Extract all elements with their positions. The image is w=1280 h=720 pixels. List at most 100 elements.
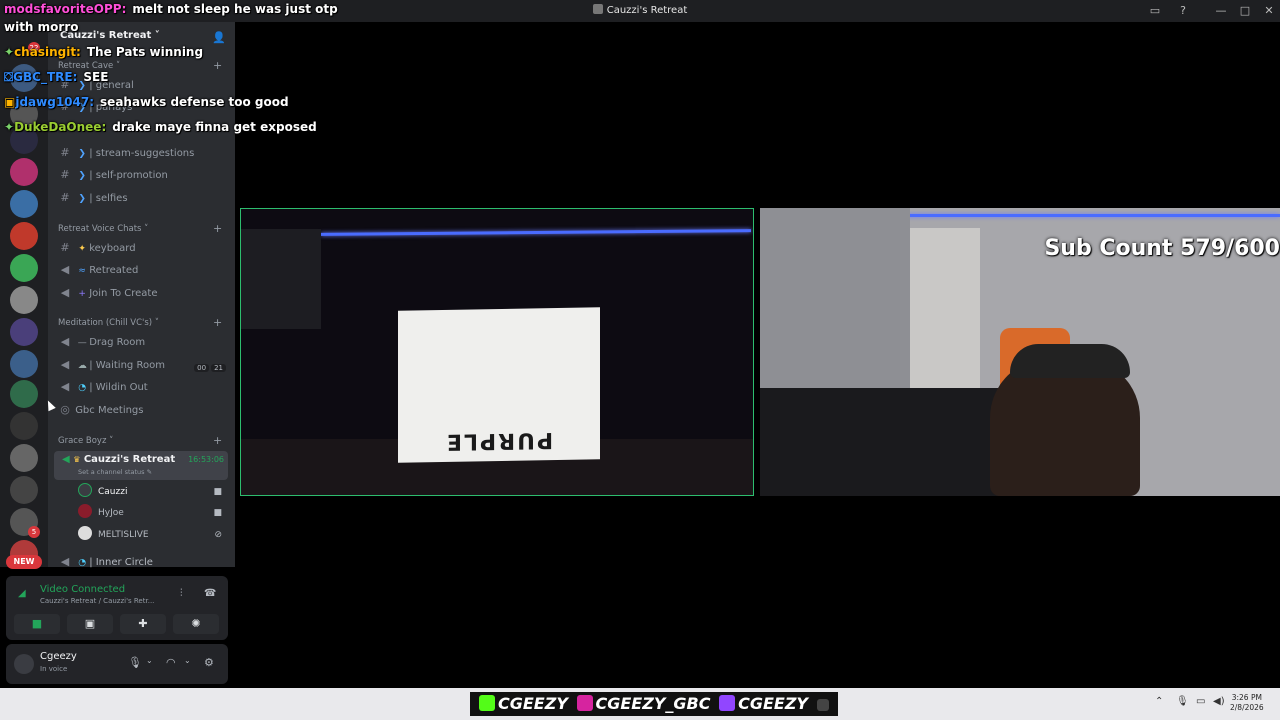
video-tile-webcam[interactable]: Sub Count 579/600: [760, 208, 1280, 496]
signal-icon[interactable]: ◢: [18, 588, 26, 599]
twitch-icon: [719, 695, 736, 711]
chevron-down-icon[interactable]: ⌄: [184, 656, 191, 665]
x-icon: [816, 699, 829, 711]
badge-icon: ⛋: [4, 70, 14, 84]
user-limit-badge: 00 21: [192, 359, 226, 377]
activities-button[interactable]: ✚: [120, 614, 166, 634]
microphone-icon[interactable]: 🎙: [128, 656, 142, 669]
chat-message: ▣jdawg1047: seahawks defense too good: [4, 95, 289, 109]
channel-self-promotion[interactable]: # ❯ | self-promotion: [58, 166, 228, 184]
user-status: In voice: [40, 665, 68, 673]
add-channel-icon[interactable]: +: [213, 222, 222, 235]
voice-user[interactable]: Cauzzi ■: [78, 483, 226, 501]
add-channel-icon[interactable]: +: [213, 434, 222, 447]
channel-stream-suggestions[interactable]: # ❯ | stream-suggestions: [58, 144, 228, 162]
text-channel-icon: #: [60, 146, 70, 159]
notification-badge: 5: [28, 526, 40, 538]
speaker-icon: ◀: [62, 454, 70, 465]
category-grace-boyz[interactable]: Grace Boyz ˅: [58, 436, 113, 446]
voice-location[interactable]: Cauzzi's Retreat / Cauzzi's Retr...: [40, 597, 154, 605]
server-icon[interactable]: [10, 444, 38, 472]
emoji-icon: ◔: [78, 383, 87, 393]
channel-selfies[interactable]: # ❯ | selfies: [58, 189, 228, 207]
stage-icon: ◎: [60, 403, 70, 416]
username[interactable]: Cgeezy: [40, 651, 77, 662]
disconnect-icon[interactable]: ☎: [204, 588, 216, 599]
clock[interactable]: 3:26 PM 2/8/2026: [1230, 693, 1264, 713]
server-icon[interactable]: [10, 476, 38, 504]
kick-icon: [479, 695, 495, 711]
channel-retreated[interactable]: ◀ ≈ Retreated: [58, 261, 228, 279]
server-icon[interactable]: [10, 380, 38, 408]
active-voice-channel[interactable]: ◀ ♛ Cauzzi's Retreat 16:53:06 Set a chan…: [54, 451, 228, 480]
voice-user[interactable]: HyJoe ■: [78, 504, 226, 522]
category-meditation[interactable]: Meditation (Chill VC's) ˅: [58, 318, 159, 328]
noise-suppression-icon[interactable]: ⫶: [180, 588, 183, 599]
server-icon[interactable]: [10, 254, 38, 282]
voice-status[interactable]: Video Connected: [40, 584, 125, 595]
crown-icon: ♛: [73, 455, 81, 464]
emoji-icon: ≈: [78, 266, 86, 276]
taskbar: CGEEZY CGEEZY_GBC CGEEZY ⌃ 🎙 ▭ ◀) 3:26 P…: [0, 688, 1280, 720]
server-icon[interactable]: [10, 350, 38, 378]
maximize-button[interactable]: □: [1237, 3, 1253, 19]
channel-gbc-meetings[interactable]: ◎ Gbc Meetings: [58, 401, 228, 419]
gear-icon[interactable]: ⚙: [204, 656, 214, 669]
chat-message: ⛋GBC_TRE: SEE: [4, 70, 109, 84]
led-strip: [320, 229, 752, 236]
server-icon[interactable]: [10, 222, 38, 250]
soundboard-button[interactable]: ✺: [173, 614, 219, 634]
speaker-icon: ◀: [60, 555, 70, 568]
cap: [1010, 344, 1130, 378]
volume-icon[interactable]: ◀): [1213, 696, 1225, 707]
voice-connection-panel: ◢ Video Connected Cauzzi's Retreat / Cau…: [6, 576, 228, 640]
avatar: [78, 483, 92, 497]
add-channel-icon[interactable]: +: [213, 316, 222, 329]
server-icon[interactable]: [10, 158, 38, 186]
instagram-icon: [576, 695, 593, 711]
network-icon[interactable]: ▭: [1196, 696, 1205, 707]
minimize-button[interactable]: —: [1213, 3, 1229, 19]
text-channel-icon: #: [60, 241, 70, 254]
camera-icon: ■: [213, 508, 222, 518]
bed: [760, 388, 1000, 496]
camera-button[interactable]: ■: [14, 614, 60, 634]
close-button[interactable]: ✕: [1261, 3, 1277, 19]
speaker-icon: ◀: [60, 358, 70, 371]
server-icon[interactable]: [10, 412, 38, 440]
help-icon[interactable]: ?: [1175, 3, 1191, 19]
channel-inner-circle[interactable]: ◀ ◔ | Inner Circle: [58, 553, 228, 571]
inbox-icon[interactable]: ▭: [1147, 3, 1163, 19]
server-icon[interactable]: [10, 286, 38, 314]
emoji-icon: ❯: [78, 194, 86, 204]
shopping-bag: PURPLE: [398, 307, 600, 463]
avatar[interactable]: [14, 654, 34, 674]
screen-share-button[interactable]: ▣: [67, 614, 113, 634]
channel-join-to-create[interactable]: ◀ + Join To Create: [58, 284, 228, 302]
category-voice-chats[interactable]: Retreat Voice Chats ˅: [58, 224, 148, 234]
channel-drag-room[interactable]: ◀ — Drag Room: [58, 333, 228, 351]
new-badge[interactable]: NEW: [6, 555, 42, 569]
channel-keyboard[interactable]: # ✦ keyboard: [58, 239, 228, 257]
server-icon[interactable]: [10, 190, 38, 218]
badge-icon: ▣: [4, 95, 16, 109]
add-channel-icon[interactable]: +: [213, 59, 222, 72]
microphone-arm: [241, 229, 321, 329]
microphone-icon[interactable]: 🎙: [1176, 696, 1189, 707]
chevron-down-icon[interactable]: ⌄: [146, 656, 153, 665]
server-icon[interactable]: [10, 318, 38, 346]
text-channel-icon: #: [60, 168, 70, 181]
add-member-icon[interactable]: 👤: [212, 31, 226, 44]
channel-status[interactable]: Set a channel status ✎: [78, 468, 152, 476]
bag-text: PURPLE: [444, 427, 554, 454]
video-tile-room[interactable]: PURPLE: [240, 208, 754, 496]
chevron-up-icon[interactable]: ⌃: [1155, 696, 1163, 707]
sparkle-icon: ✦: [4, 120, 15, 134]
social-handles-banner: CGEEZY CGEEZY_GBC CGEEZY: [470, 692, 838, 716]
headphones-icon[interactable]: ◠: [166, 656, 176, 669]
voice-user[interactable]: MELTISLIVE ⊘: [78, 526, 226, 544]
chat-message: ✦DukeDaOnee: drake maye finna get exposed: [4, 120, 317, 134]
chat-message: modsfavoriteOPP: melt not sleep he was ju…: [4, 2, 338, 16]
channel-waiting-room[interactable]: ◀ ☁ | Waiting Room 00 21: [58, 356, 228, 374]
channel-wildin-out[interactable]: ◀ ◔ | Wildin Out: [58, 378, 228, 396]
